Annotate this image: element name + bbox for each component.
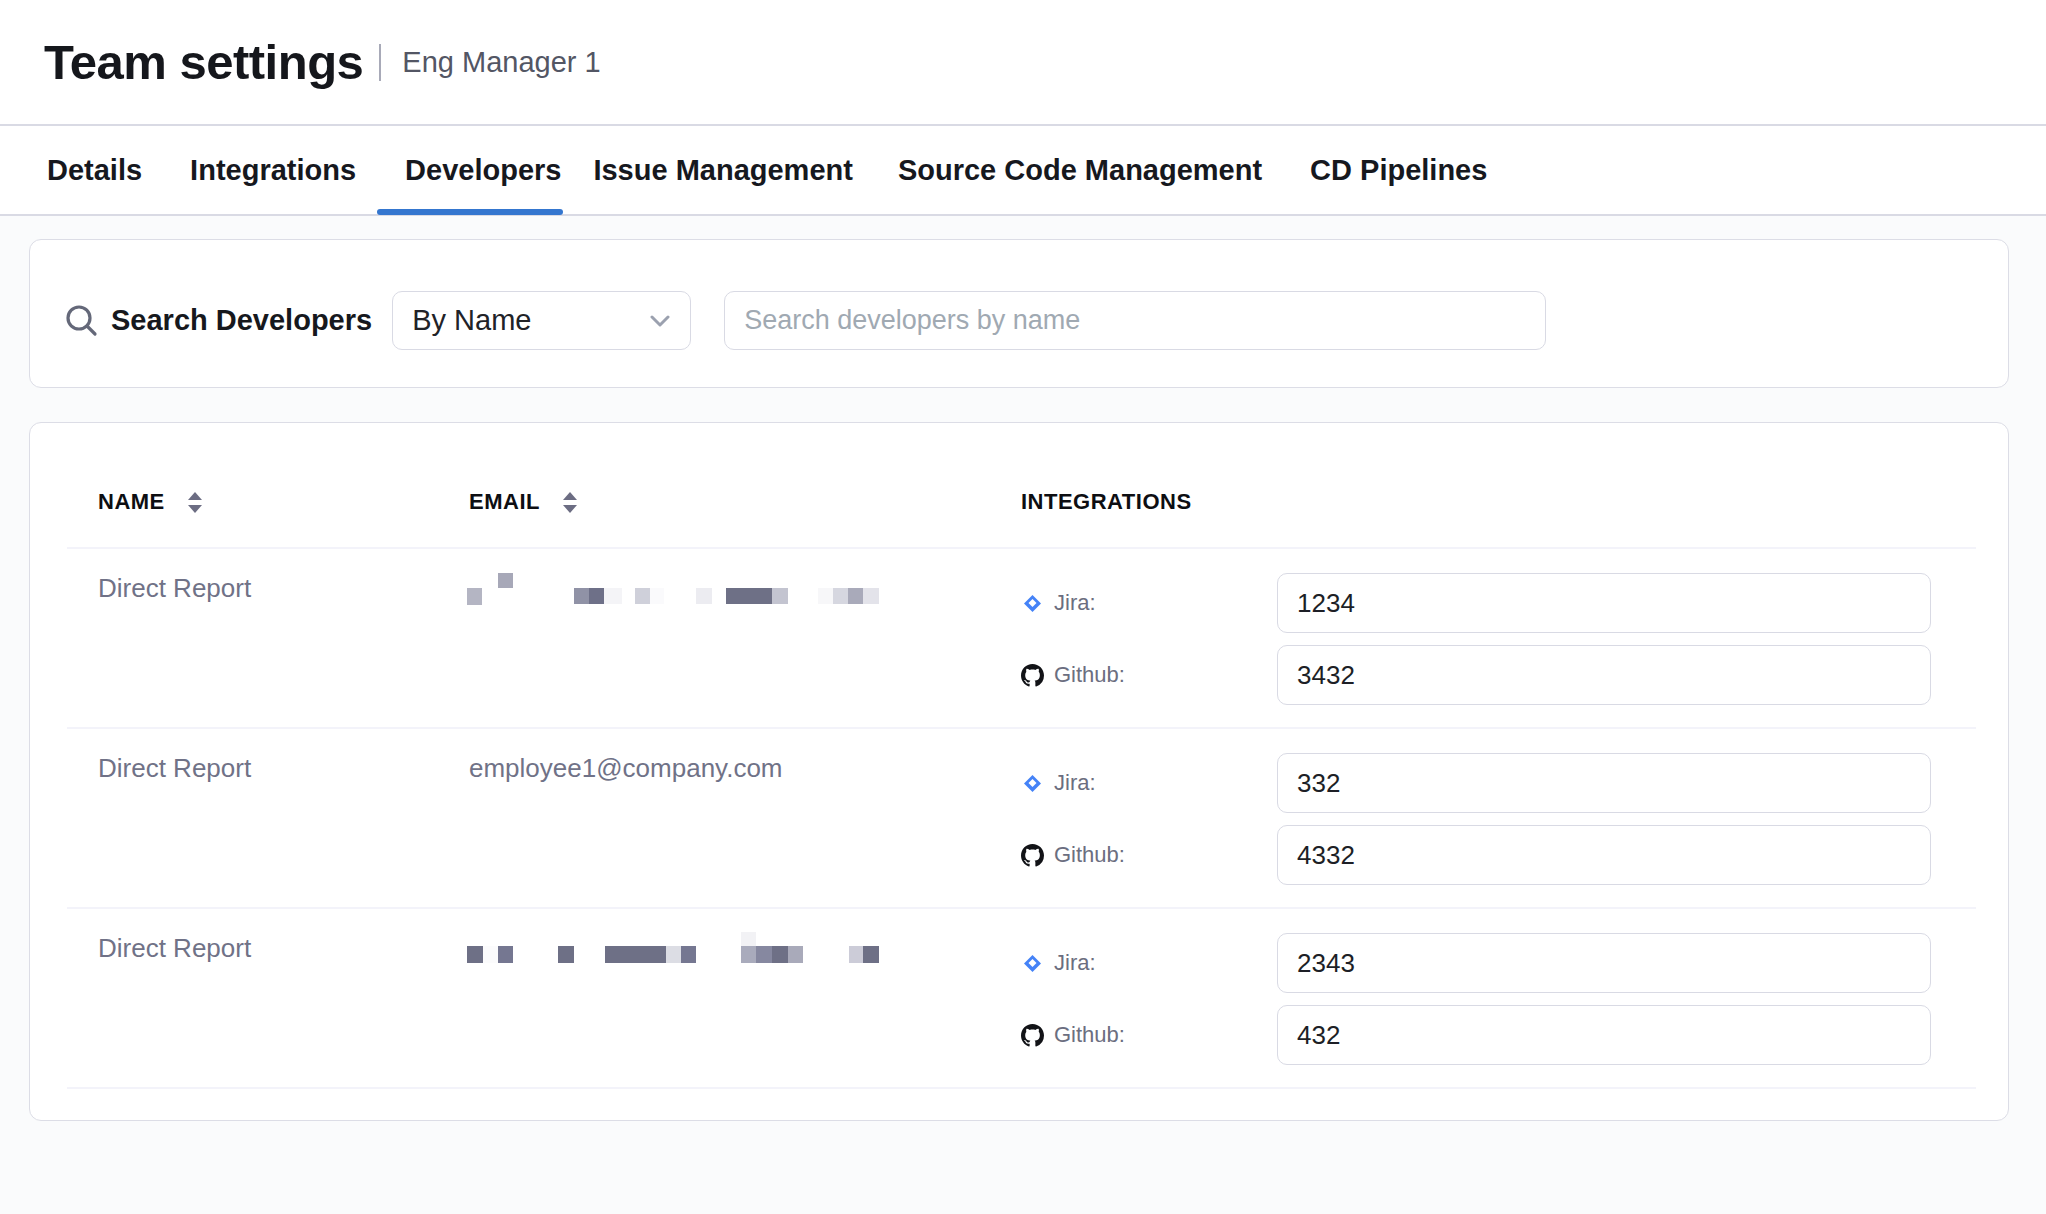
- jira-id-input[interactable]: [1277, 573, 1931, 633]
- github-integration-row: Github:: [1019, 1005, 1125, 1065]
- search-icon: [63, 303, 99, 339]
- github-icon: [1019, 1024, 1045, 1047]
- tab-developers[interactable]: Developers: [405, 126, 561, 214]
- github-integration-row: Github:: [1019, 645, 1125, 705]
- jira-icon: [1019, 595, 1045, 612]
- github-id-input[interactable]: [1277, 825, 1931, 885]
- github-label: Github:: [1054, 662, 1125, 688]
- table-header-row: NAME EMAIL INTEGRATIONS: [67, 423, 1976, 549]
- sort-icon[interactable]: [562, 492, 578, 513]
- column-header-name-label: NAME: [98, 489, 165, 515]
- jira-label: Jira:: [1054, 770, 1096, 796]
- github-icon: [1019, 664, 1045, 687]
- developer-name: Direct Report: [98, 573, 251, 604]
- github-id-input[interactable]: [1277, 1005, 1931, 1065]
- sort-icon[interactable]: [187, 492, 203, 513]
- search-input[interactable]: [724, 291, 1546, 350]
- search-filter-value: By Name: [412, 304, 531, 337]
- jira-icon: [1019, 775, 1045, 792]
- github-integration-row: Github:: [1019, 825, 1125, 885]
- tab-issue-management[interactable]: Issue Management: [593, 126, 852, 214]
- search-filter-dropdown[interactable]: By Name: [392, 291, 691, 350]
- table-row: Direct Report employee1@company.com Jira…: [67, 729, 1976, 909]
- page-content: Search Developers By Name NAME EMAIL INT…: [0, 216, 2046, 1121]
- github-icon: [1019, 844, 1045, 867]
- column-header-integrations: INTEGRATIONS: [1021, 489, 1192, 515]
- table-row: Direct Report Jira:: [67, 909, 1976, 1089]
- developers-table: NAME EMAIL INTEGRATIONS Direct Report: [29, 422, 2009, 1121]
- title-divider: [379, 44, 381, 81]
- page-title: Team settings: [44, 34, 363, 90]
- tab-cd-pipelines[interactable]: CD Pipelines: [1310, 126, 1487, 214]
- table-row: Direct Report Jira:: [67, 549, 1976, 729]
- github-id-input[interactable]: [1277, 645, 1931, 705]
- search-panel: Search Developers By Name: [29, 239, 2009, 388]
- github-label: Github:: [1054, 842, 1125, 868]
- tab-source-code-management[interactable]: Source Code Management: [898, 126, 1262, 214]
- developer-name: Direct Report: [98, 753, 251, 784]
- tab-details[interactable]: Details: [47, 126, 142, 214]
- jira-integration-row: Jira:: [1019, 933, 1096, 993]
- github-label: Github:: [1054, 1022, 1125, 1048]
- search-panel-title: Search Developers: [111, 304, 372, 337]
- tab-integrations[interactable]: Integrations: [190, 126, 356, 214]
- column-header-email-label: EMAIL: [469, 489, 540, 515]
- jira-integration-row: Jira:: [1019, 573, 1096, 633]
- developer-email: employee1@company.com: [469, 753, 783, 784]
- column-header-integrations-label: INTEGRATIONS: [1021, 489, 1192, 515]
- jira-id-input[interactable]: [1277, 753, 1931, 813]
- tab-bar: Details Integrations Developers Issue Ma…: [0, 126, 2046, 216]
- page-subtitle: Eng Manager 1: [402, 46, 600, 79]
- jira-icon: [1019, 955, 1045, 972]
- jira-id-input[interactable]: [1277, 933, 1931, 993]
- page-header: Team settings Eng Manager 1: [0, 0, 2046, 126]
- developer-name: Direct Report: [98, 933, 251, 964]
- chevron-down-icon: [650, 315, 670, 327]
- jira-label: Jira:: [1054, 590, 1096, 616]
- column-header-name[interactable]: NAME: [98, 489, 203, 515]
- jira-integration-row: Jira:: [1019, 753, 1096, 813]
- jira-label: Jira:: [1054, 950, 1096, 976]
- column-header-email[interactable]: EMAIL: [469, 489, 578, 515]
